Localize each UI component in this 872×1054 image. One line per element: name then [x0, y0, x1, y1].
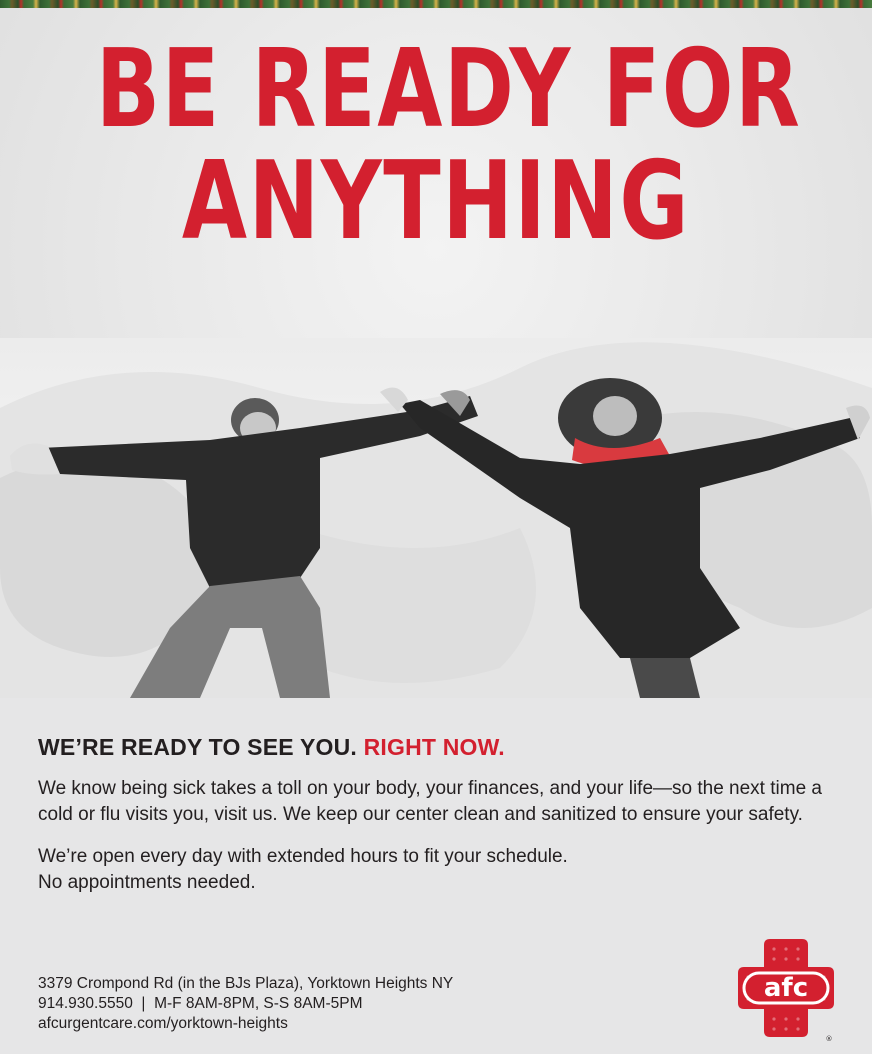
website-link[interactable]: afcurgentcare.com/yorktown-heights [38, 1014, 453, 1034]
subheading: WE’RE READY TO SEE YOU. RIGHT NOW. [38, 732, 858, 762]
headline-line-1: BE READY FOR [95, 27, 802, 152]
afc-logo-text: afc [764, 973, 808, 1003]
paragraph-1: We know being sick takes a toll on your … [38, 778, 822, 825]
headline: BE READY FOR ANYTHING [95, 27, 802, 264]
main-copy: WE’RE READY TO SEE YOU. RIGHT NOW. We kn… [38, 732, 858, 896]
snow-angels-photo: BE READY FOR ANYTHING [0, 8, 872, 698]
afc-cross-logo-icon: afc ® [738, 939, 834, 1043]
registered-mark: ® [826, 1035, 833, 1043]
ad-page: BE READY FOR ANYTHING WE’RE READY TO SEE… [0, 0, 872, 1054]
subheading-red: RIGHT NOW. [363, 734, 505, 760]
paragraph-2-line-2: No appointments needed. [38, 872, 256, 893]
address-line: 3379 Crompond Rd (in the BJs Plaza), Yor… [38, 975, 454, 992]
headline-line-2: ANYTHING [181, 139, 691, 264]
subheading-black: WE’RE READY TO SEE YOU. [38, 734, 358, 760]
phone-hours-line: 914.930.5550 | M-F 8AM-8PM, S-S 8AM-5PM [38, 995, 363, 1012]
holiday-garland-border [0, 0, 872, 8]
afc-logo: afc ® [736, 935, 836, 1045]
paragraph-2: We’re open every day with extended hours… [38, 844, 858, 896]
paragraph-2-line-1: We’re open every day with extended hours… [38, 846, 568, 867]
contact-info: 3379 Crompond Rd (in the BJs Plaza), Yor… [38, 974, 453, 1034]
